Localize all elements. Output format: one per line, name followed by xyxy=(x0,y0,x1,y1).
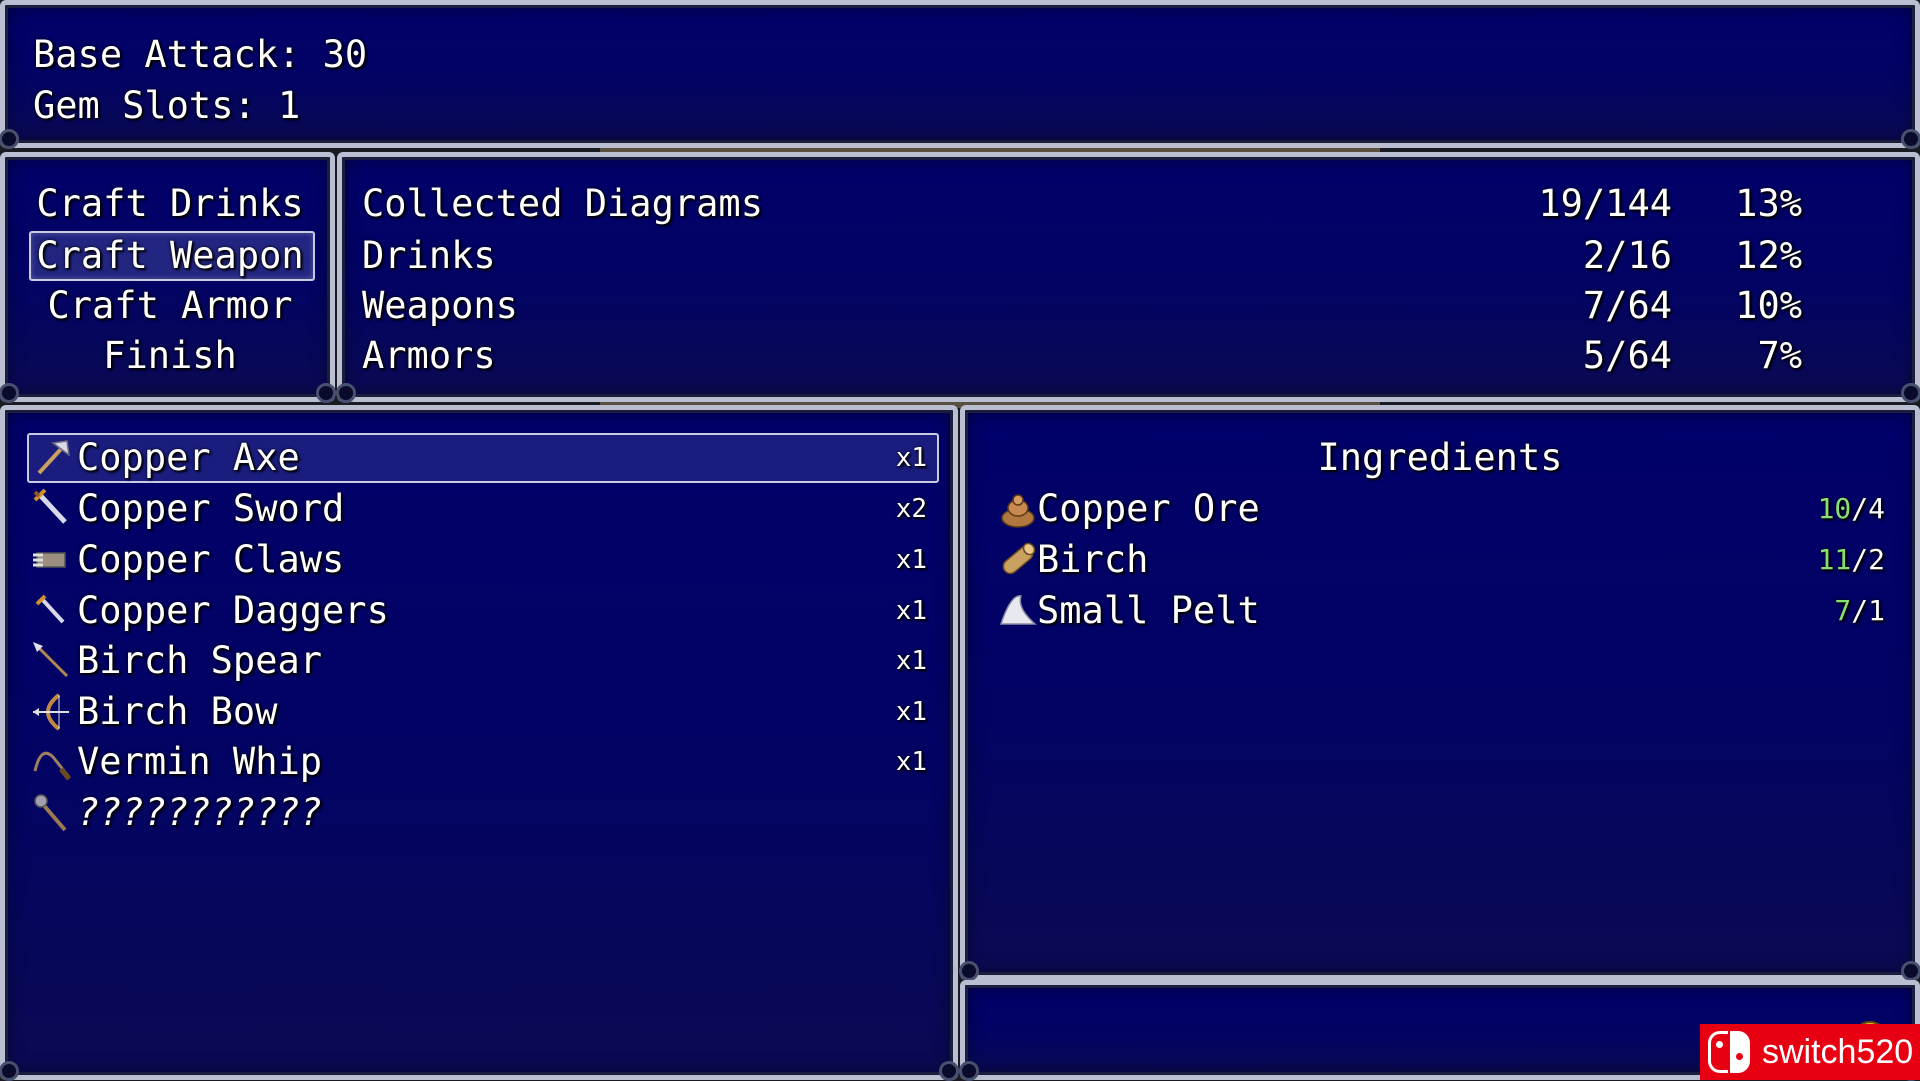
bow-icon xyxy=(33,693,69,731)
diagram-percent: 13% xyxy=(1735,182,1802,225)
ingredient-have: 11 xyxy=(1817,543,1852,576)
recipe-quantity: x1 xyxy=(895,747,927,777)
diagram-label: Collected Diagrams xyxy=(362,182,763,225)
recipe-name: ??????????? xyxy=(77,791,323,834)
sword-icon xyxy=(33,488,67,524)
spear-icon xyxy=(33,642,69,678)
recipe-name: Copper Claws xyxy=(77,538,345,581)
claws-icon xyxy=(33,552,66,568)
finish-command[interactable]: Finish xyxy=(25,331,315,381)
log-icon xyxy=(1002,542,1036,575)
ingredient-name: Small Pelt xyxy=(1037,589,1260,632)
diagram-count: 19/144 xyxy=(1538,182,1672,225)
recipe-quantity: x1 xyxy=(895,697,927,727)
recipe-name: Vermin Whip xyxy=(77,740,323,783)
diagram-progress-window: Collected Diagrams 19/144 13% Drinks 2/1… xyxy=(336,152,1920,403)
diagram-percent: 10% xyxy=(1735,284,1802,327)
ingredient-name: Copper Ore xyxy=(1037,487,1260,530)
ingredients-title: Ingredients xyxy=(1317,436,1563,479)
craft-weapon-command[interactable]: Craft Weapon xyxy=(25,231,315,281)
diagram-percent: 7% xyxy=(1757,334,1802,377)
recipe-name: Copper Axe xyxy=(77,436,300,479)
recipe-name: Birch Bow xyxy=(77,690,278,733)
recipe-quantity: x1 xyxy=(895,443,927,473)
diagram-count: 2/16 xyxy=(1582,234,1672,277)
base-attack-text: Base Attack: 30 xyxy=(33,33,368,76)
diagram-count: 5/64 xyxy=(1582,334,1672,377)
watermark-text: switch520 xyxy=(1762,1032,1914,1071)
recipe-quantity: x1 xyxy=(895,545,927,575)
diagram-percent: 12% xyxy=(1735,234,1802,277)
switch-logo-icon xyxy=(1708,1029,1758,1075)
ingredient-name: Birch xyxy=(1037,538,1149,581)
ingredients-window: Ingredients Copper Ore 10/4 Birch 11/2 S… xyxy=(959,405,1920,981)
weapon-recipe-list: Copper Axe x1 Copper Sword x2 Copper Cla… xyxy=(0,405,959,1081)
ingredient-have: 10 xyxy=(1817,492,1852,525)
ingredient-count: 10/4 xyxy=(1685,484,1885,534)
diagram-label: Drinks xyxy=(362,234,496,277)
dagger-icon xyxy=(35,594,65,624)
craft-command-menu: Craft Drinks Craft Weapon Craft Armor Fi… xyxy=(0,152,336,403)
recipe-name: Birch Spear xyxy=(77,639,323,682)
diagram-label: Armors xyxy=(362,334,496,377)
pelt-icon xyxy=(999,595,1037,625)
ingredient-have: 7 xyxy=(1834,594,1852,627)
watermark: switch520 xyxy=(1700,1024,1920,1080)
craft-drinks-command[interactable]: Craft Drinks xyxy=(25,179,315,229)
diagram-label: Weapons xyxy=(362,284,518,327)
ingredient-need: /4 xyxy=(1851,492,1885,525)
recipe-name: Copper Daggers xyxy=(77,589,389,632)
ingredient-count: 11/2 xyxy=(1685,535,1885,585)
ingredient-need: /1 xyxy=(1851,594,1885,627)
recipe-quantity: x1 xyxy=(895,596,927,626)
ingredient-need: /2 xyxy=(1851,543,1885,576)
recipe-name: Copper Sword xyxy=(77,487,345,530)
staff-icon xyxy=(34,794,67,832)
ore-icon xyxy=(1001,494,1035,528)
recipe-quantity: x1 xyxy=(895,646,927,676)
stats-window: Base Attack: 30 Gem Slots: 1 xyxy=(0,0,1920,149)
craft-armor-command[interactable]: Craft Armor xyxy=(25,281,315,331)
recipe-quantity: x2 xyxy=(895,494,927,524)
gem-slots-text: Gem Slots: 1 xyxy=(33,84,301,127)
whip-icon xyxy=(33,751,71,781)
ingredient-count: 7/1 xyxy=(1685,586,1885,636)
diagram-count: 7/64 xyxy=(1582,284,1672,327)
axe-icon xyxy=(37,440,70,475)
